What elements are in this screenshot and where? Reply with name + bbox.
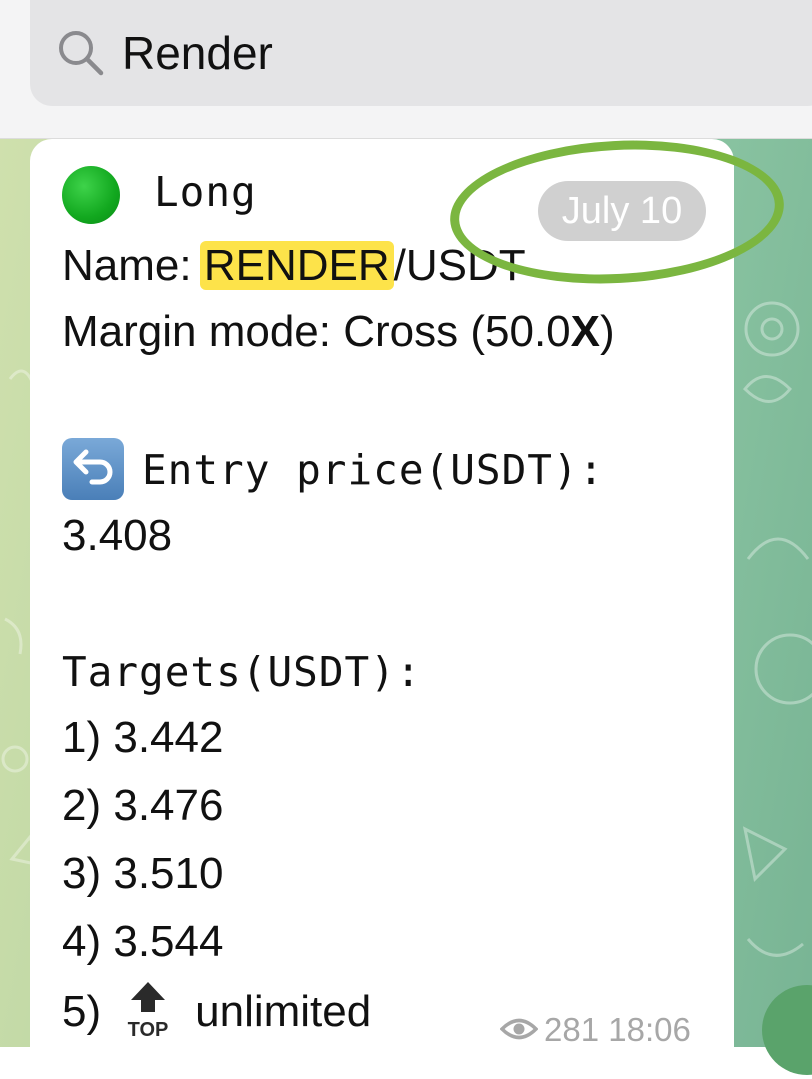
direction-line: Long — [62, 159, 257, 225]
targets-label: Targets(USDT): — [62, 648, 422, 696]
target-4: 4) 3.544 — [62, 917, 224, 966]
target-1: 1) 3.442 — [62, 713, 224, 762]
target-2: 2) 3.476 — [62, 781, 224, 830]
direction-text: Long — [154, 168, 257, 216]
search-bar[interactable] — [30, 0, 812, 106]
name-line: Name: RENDER/USDT — [62, 235, 526, 297]
search-input[interactable] — [122, 18, 782, 88]
views-eye-icon — [499, 1019, 539, 1040]
svg-text:TOP: TOP — [128, 1019, 169, 1041]
target-5-suffix: unlimited — [195, 987, 372, 1036]
search-icon — [59, 31, 104, 76]
entry-line: Entry price(USDT): — [62, 435, 604, 505]
margin-label: Margin mode: Cross (50.0 — [62, 307, 571, 356]
target-5: 5) TOP unlimited — [62, 979, 371, 1045]
margin-line: Margin mode: Cross (50.0X) — [62, 301, 615, 363]
search-highlight: RENDER — [199, 241, 394, 290]
top-arrow-icon: TOP — [128, 982, 169, 1041]
margin-close: ) — [600, 307, 615, 356]
target-5-prefix: 5) — [62, 987, 102, 1036]
search-header — [0, 0, 812, 139]
entry-label: Entry price(USDT): — [142, 446, 605, 494]
message-meta: 281 18:06 — [499, 1011, 691, 1049]
message-time: 18:06 — [608, 1011, 691, 1048]
target-3: 3) 3.510 — [62, 849, 224, 898]
name-label: Name: — [62, 241, 204, 290]
margin-x: X — [570, 307, 601, 356]
return-arrow-icon — [62, 438, 124, 500]
view-count: 281 — [544, 1011, 600, 1048]
entry-value: 3.408 — [62, 511, 173, 560]
green-circle-icon — [62, 166, 120, 224]
